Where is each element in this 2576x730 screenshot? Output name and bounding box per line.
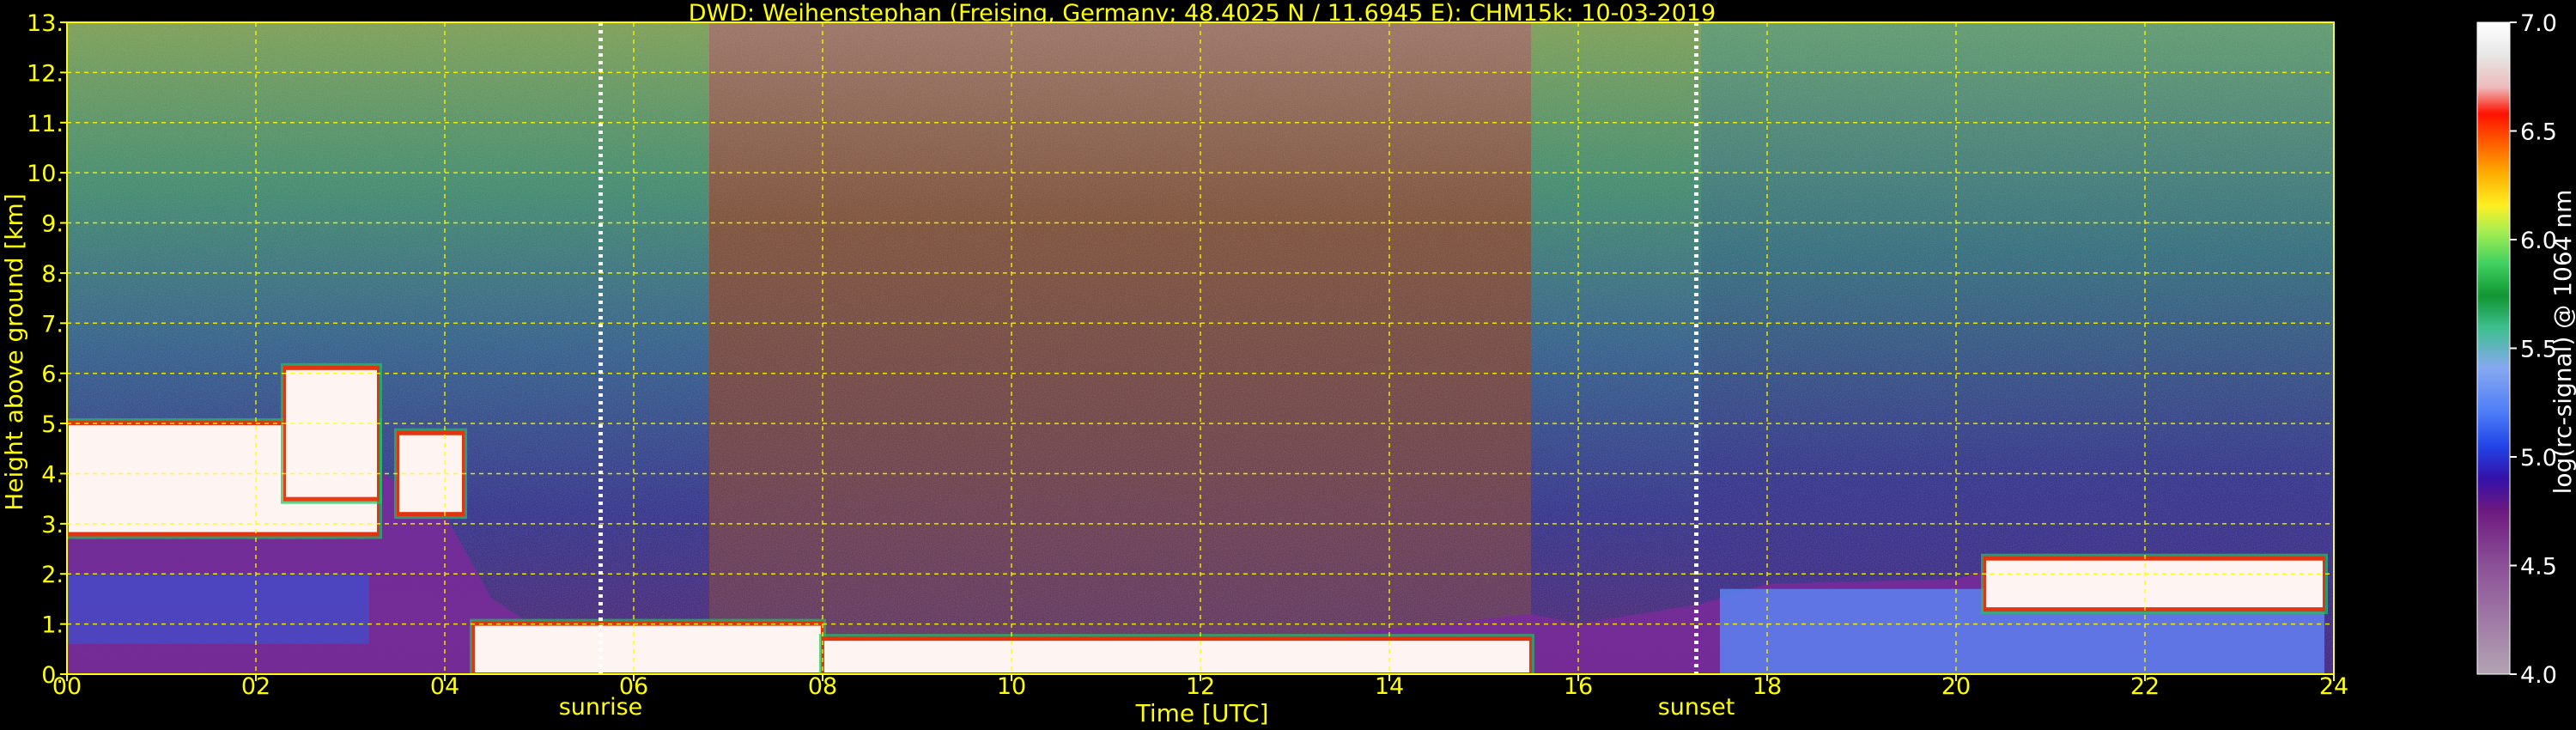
colorbar-tick-label: 7.0 [2520,10,2557,37]
y-tick-label: 6. [41,362,64,388]
x-axis-label: Time [UTC] [1135,699,1269,727]
colorbar: 4.04.55.05.56.06.57.0 [2476,10,2557,689]
cloud-core-1 [286,369,377,497]
colorbar-gradient [2476,21,2511,675]
x-tick-label: 20 [1941,673,1971,700]
cloud-core-3 [475,625,821,672]
y-axis-ticks: 0. 1. 2. 3. 4. 5. 6. 7. 8. 9. 10. 11. 12. 13. [27,10,67,689]
x-tick-label: 16 [1564,673,1593,700]
y-tick-label: 5. [41,411,64,438]
sunset-label: sunset [1658,694,1735,721]
x-tick-label: 10 [997,673,1026,700]
y-tick-label: 3. [41,512,64,538]
night-aerosol-layer [67,574,369,644]
ceilometer-figure: DWD: Weihenstephan (Freising, Germany; 4… [0,0,2576,727]
y-tick-label: 7. [41,311,64,338]
y-tick-label: 0. [41,662,64,689]
x-tick-label: 12 [1186,673,1215,700]
y-tick-label: 4. [41,461,64,488]
colorbar-tick-label: 4.0 [2520,662,2557,689]
x-tick-label: 04 [430,673,459,700]
y-tick-label: 11. [27,111,64,137]
x-axis-ticks: 00 02 04 06 08 10 12 14 16 18 20 22 24 [52,673,2348,700]
y-tick-label: 13. [27,10,64,37]
x-tick-label: 14 [1375,673,1404,700]
y-tick-label: 9. [41,211,64,238]
x-tick-label: 18 [1753,673,1782,700]
x-tick-label: 06 [619,673,648,700]
x-tick-label: 02 [241,673,270,700]
cloud-core-4 [824,641,1529,672]
colorbar-tick-label: 4.5 [2520,554,2557,581]
x-tick-label: 24 [2319,673,2348,700]
y-tick-label: 2. [41,562,64,588]
y-tick-label: 10. [27,161,64,187]
cloud-core-5 [1986,560,2323,608]
y-tick-label: 12. [27,60,64,87]
y-tick-label: 1. [41,612,64,639]
x-tick-label: 22 [2130,673,2160,700]
colorbar-label: log(rc-signal) @ 1064 nm [2549,190,2576,495]
y-axis-label: Height above ground [km] [0,193,28,511]
plot-area [67,22,2334,674]
x-tick-label: 08 [808,673,837,700]
y-tick-label: 8. [41,261,64,288]
colorbar-tick-label: 6.5 [2520,119,2557,146]
